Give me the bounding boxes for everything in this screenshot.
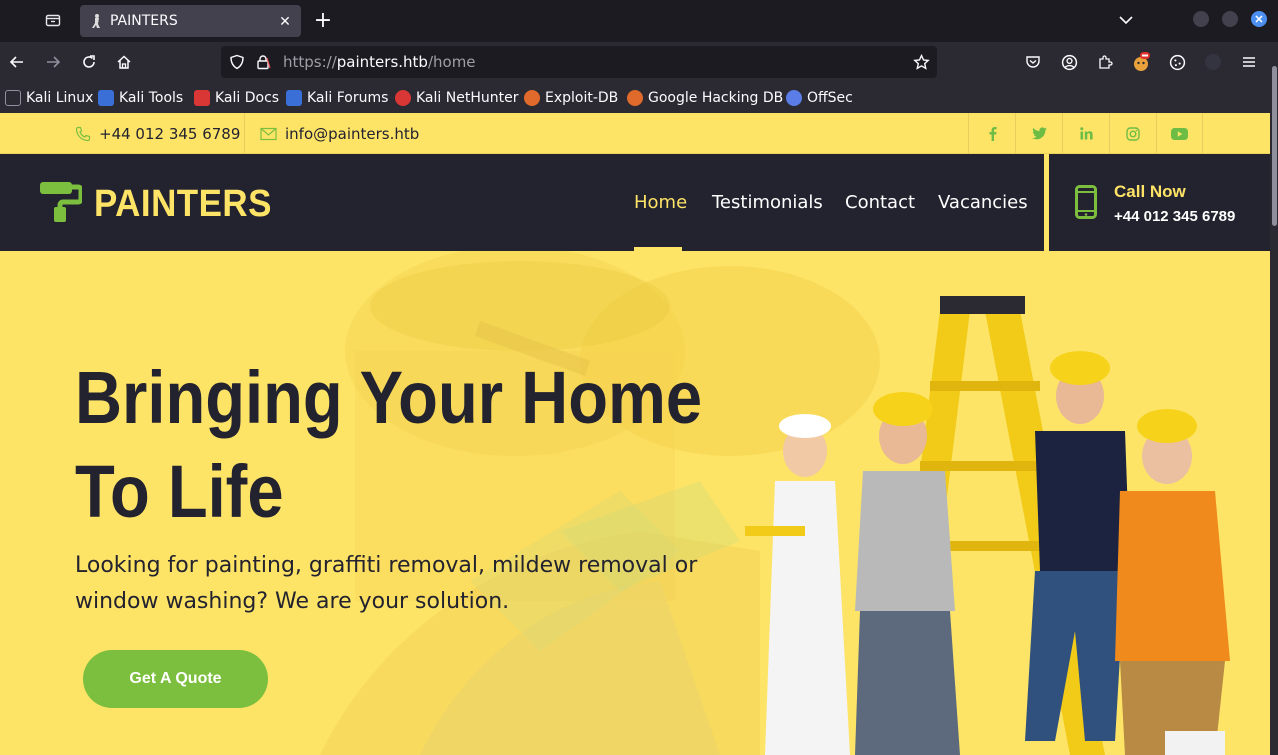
site-header: PAINTERS Home Testimonials Contact Vacan… — [0, 154, 1270, 251]
bookmarks-toolbar: Kali Linux Kali Tools Kali Docs Kali For… — [0, 82, 1278, 113]
bookmark-kali-docs[interactable]: Kali Docs — [194, 88, 279, 108]
kali-dragon-icon — [5, 90, 21, 106]
kali-nethunter-icon — [395, 90, 411, 106]
call-now-number: +44 012 345 6789 — [1114, 208, 1236, 225]
painter-favicon-icon — [88, 13, 104, 29]
topbar-phone[interactable]: +44 012 345 6789 — [75, 113, 240, 154]
tab-title: PAINTERS — [110, 13, 178, 29]
hamburger-menu-icon[interactable] — [1238, 51, 1260, 73]
tracking-shield-icon[interactable] — [227, 52, 247, 72]
window-close-button[interactable]: ✕ — [1251, 11, 1267, 27]
contact-topbar: +44 012 345 6789 info@painters.htb — [0, 113, 1270, 154]
topbar-divider — [244, 113, 245, 154]
hero-section: Bringing Your Home To Life Looking for p… — [0, 251, 1270, 755]
kali-tools-icon — [98, 90, 114, 106]
hero-subheading: Looking for painting, graffiti removal, … — [75, 553, 698, 614]
nav-link-home[interactable]: Home — [634, 192, 687, 213]
nav-link-testimonials[interactable]: Testimonials — [712, 192, 823, 213]
url-bar[interactable]: https://painters.htb/home — [221, 46, 937, 78]
new-tab-icon[interactable]: + — [310, 8, 336, 33]
account-icon[interactable] — [1058, 51, 1080, 73]
browser-tab-active[interactable]: PAINTERS ✕ — [80, 5, 301, 37]
site-logo[interactable]: PAINTERS — [40, 182, 287, 227]
bookmark-kali-nethunter[interactable]: Kali NetHunter — [395, 88, 518, 108]
instagram-icon[interactable] — [1109, 113, 1156, 154]
chevron-down-icon[interactable] — [1114, 9, 1138, 31]
bookmark-google-hacking-db[interactable]: Google Hacking DB — [627, 88, 783, 108]
youtube-icon[interactable] — [1156, 113, 1203, 154]
phone-icon — [75, 126, 91, 142]
hero-heading: Bringing Your Home To Life — [75, 356, 703, 533]
web-page: +44 012 345 6789 info@painters.htb PAINT… — [0, 113, 1270, 755]
url-text[interactable]: https://painters.htb/home — [283, 53, 476, 71]
nav-link-vacancies[interactable]: Vacancies — [938, 192, 1028, 213]
back-arrow-icon[interactable] — [5, 50, 29, 74]
tab-list-icon[interactable] — [40, 8, 66, 32]
envelope-icon — [260, 127, 277, 141]
pocket-icon[interactable] — [1022, 51, 1044, 73]
bookmark-kali-tools[interactable]: Kali Tools — [98, 88, 183, 108]
google-hacking-db-icon — [627, 90, 643, 106]
facebook-icon[interactable] — [968, 113, 1015, 154]
profile-avatar-icon[interactable] — [1202, 51, 1224, 73]
foxyproxy-icon[interactable] — [1130, 51, 1152, 73]
logo-text: PAINTERS — [94, 183, 272, 225]
mobile-phone-icon — [1075, 185, 1097, 224]
forward-arrow-icon[interactable] — [41, 50, 65, 74]
bookmark-exploit-db[interactable]: Exploit-DB — [524, 88, 618, 108]
reload-icon[interactable] — [77, 50, 101, 74]
offsec-icon — [786, 90, 802, 106]
browser-navigation-bar: https://painters.htb/home — [0, 42, 1278, 82]
window-maximize-button[interactable] — [1222, 11, 1238, 27]
home-icon[interactable] — [112, 50, 136, 74]
bookmark-offsec[interactable]: OffSec — [786, 88, 853, 108]
lock-icon[interactable] — [253, 52, 273, 72]
scrollbar-thumb[interactable] — [1272, 66, 1277, 226]
browser-tab-bar: PAINTERS ✕ + ✕ — [0, 0, 1278, 42]
painters-team-image — [745, 296, 1230, 755]
get-a-quote-button[interactable]: Get A Quote — [83, 650, 268, 708]
kali-forums-icon — [286, 90, 302, 106]
bookmark-star-icon[interactable] — [911, 52, 931, 72]
kali-docs-icon — [194, 90, 210, 106]
cookie-icon[interactable] — [1166, 51, 1188, 73]
extensions-icon[interactable] — [1094, 51, 1116, 73]
call-now-label: Call Now — [1114, 182, 1186, 201]
nav-link-contact[interactable]: Contact — [845, 192, 915, 213]
bookmark-kali-forums[interactable]: Kali Forums — [286, 88, 388, 108]
call-now-box[interactable]: Call Now +44 012 345 6789 — [1044, 154, 1270, 251]
window-minimize-button[interactable] — [1193, 11, 1209, 27]
topbar-email[interactable]: info@painters.htb — [260, 113, 419, 154]
tab-close-icon[interactable]: ✕ — [273, 9, 297, 33]
bookmark-kali-linux[interactable]: Kali Linux — [5, 88, 93, 108]
linkedin-icon[interactable] — [1062, 113, 1109, 154]
page-scrollbar[interactable] — [1270, 42, 1278, 755]
exploit-db-icon — [524, 90, 540, 106]
twitter-icon[interactable] — [1015, 113, 1062, 154]
paint-roller-icon — [40, 182, 84, 227]
